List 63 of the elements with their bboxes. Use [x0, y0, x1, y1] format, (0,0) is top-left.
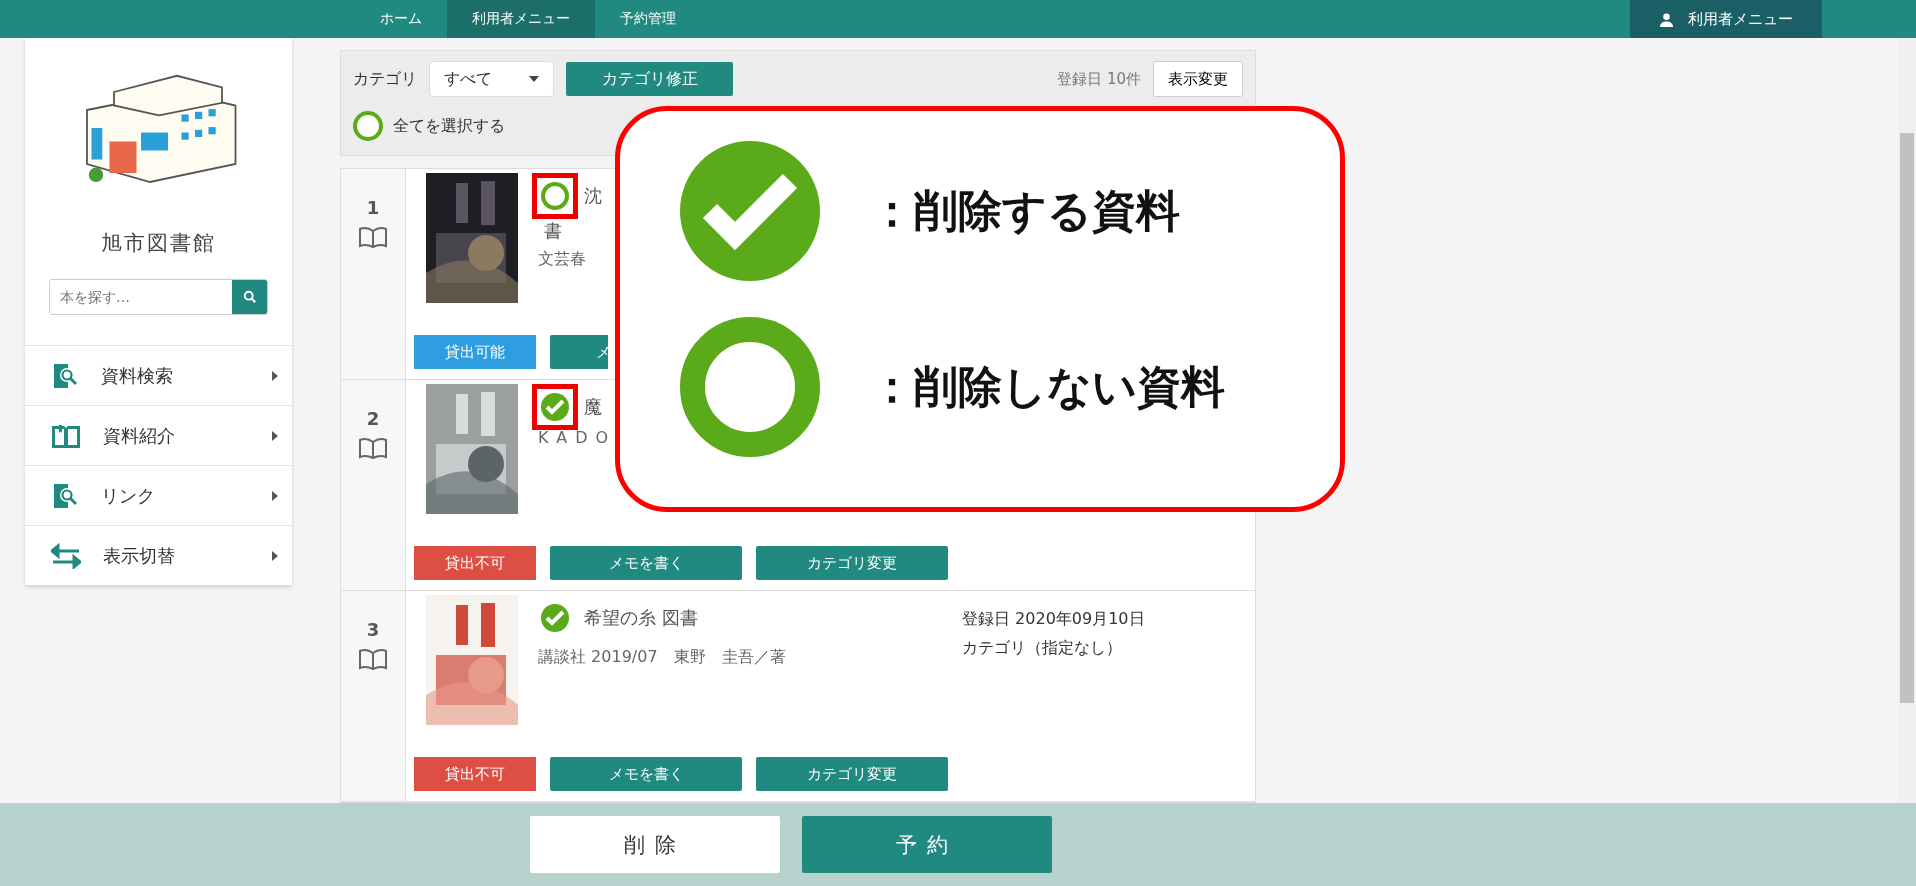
user-menu-button[interactable]: 利用者メニュー — [1630, 0, 1822, 38]
unchecked-checkbox[interactable] — [541, 182, 569, 210]
breadcrumb-link[interactable]: ホーム — [355, 0, 447, 38]
book-details: 講談社 2019/07 東野 圭吾／著 — [537, 647, 787, 668]
book-title: 魔 — [584, 395, 602, 419]
open-book-icon — [51, 422, 81, 449]
sidebar-item-label: 資料検索 — [101, 363, 174, 388]
user-icon — [1659, 11, 1674, 27]
breadcrumb-link[interactable]: 利用者メニュー — [447, 0, 595, 38]
scrollbar[interactable] — [1898, 38, 1916, 803]
swap-arrows-icon — [51, 542, 81, 569]
item-number: 3 — [366, 619, 380, 640]
open-book-icon — [358, 226, 388, 248]
delete-button[interactable]: 削除 — [530, 816, 780, 873]
caret-icon — [272, 490, 278, 501]
sidebar-item-label: 資料紹介 — [103, 423, 176, 448]
book-title: 沈 — [584, 184, 602, 208]
select-all-checkbox[interactable] — [353, 111, 383, 141]
write-memo-button[interactable]: メモを書く — [550, 546, 742, 580]
book-search-icon — [51, 481, 79, 510]
availability-badge: 貸出不可 — [414, 546, 536, 580]
library-name: 旭市図書館 — [101, 230, 216, 257]
legend-text: ：削除しない資料 — [870, 359, 1225, 414]
category-fix-button[interactable]: カテゴリ修正 — [566, 62, 733, 96]
write-memo-button[interactable]: メ — [550, 335, 608, 369]
sidebar-item-label: 表示切替 — [103, 543, 176, 568]
book-title: 希望の糸 図書 — [584, 606, 698, 630]
category-text: カテゴリ（指定なし） — [962, 638, 1123, 659]
checked-checkbox[interactable] — [541, 604, 569, 632]
search-icon[interactable] — [242, 290, 257, 304]
sidebar-item-label: リンク — [101, 483, 156, 508]
record-count: 登録日 10件 — [1057, 69, 1141, 89]
book-search-icon — [51, 361, 79, 390]
sidebar-menu-item[interactable]: リンク — [25, 465, 292, 525]
category-label: カテゴリ — [353, 68, 417, 90]
display-change-button[interactable]: 表示変更 — [1153, 61, 1243, 97]
open-book-icon — [358, 437, 388, 459]
item-number: 2 — [366, 408, 380, 429]
caret-icon — [272, 370, 278, 381]
search-field[interactable]: 本を探す… — [49, 279, 268, 315]
reserve-button[interactable]: 予約 — [802, 816, 1052, 873]
caret-icon — [272, 550, 278, 561]
registration-date: 登録日 2020年09月10日 — [962, 609, 1145, 630]
checked-checkbox[interactable] — [541, 393, 569, 421]
select-all-label: 全てを選択する — [393, 115, 505, 137]
sidebar-menu-item[interactable]: 資料紹介 — [25, 405, 292, 465]
open-book-icon — [358, 648, 388, 670]
dropdown-caret-icon — [529, 76, 539, 82]
sidebar-menu-item[interactable]: 資料検索 — [25, 345, 292, 405]
item-number: 1 — [366, 197, 380, 218]
breadcrumb-link[interactable]: 予約管理 — [595, 0, 701, 38]
category-dropdown[interactable]: すべて — [429, 61, 554, 97]
caret-icon — [272, 430, 278, 441]
availability-badge: 貸出可能 — [414, 335, 536, 369]
book-details: 文芸春 — [537, 249, 587, 270]
availability-badge: 貸出不可 — [414, 757, 536, 791]
book-details: KADO — [537, 428, 618, 447]
legend-text: ：削除する資料 — [870, 183, 1180, 238]
category-change-button[interactable]: カテゴリ変更 — [756, 546, 948, 580]
write-memo-button[interactable]: メモを書く — [550, 757, 742, 791]
category-change-button[interactable]: カテゴリ変更 — [756, 757, 948, 791]
sidebar-menu-item[interactable]: 表示切替 — [25, 525, 292, 585]
book-title: 書 — [543, 219, 563, 243]
